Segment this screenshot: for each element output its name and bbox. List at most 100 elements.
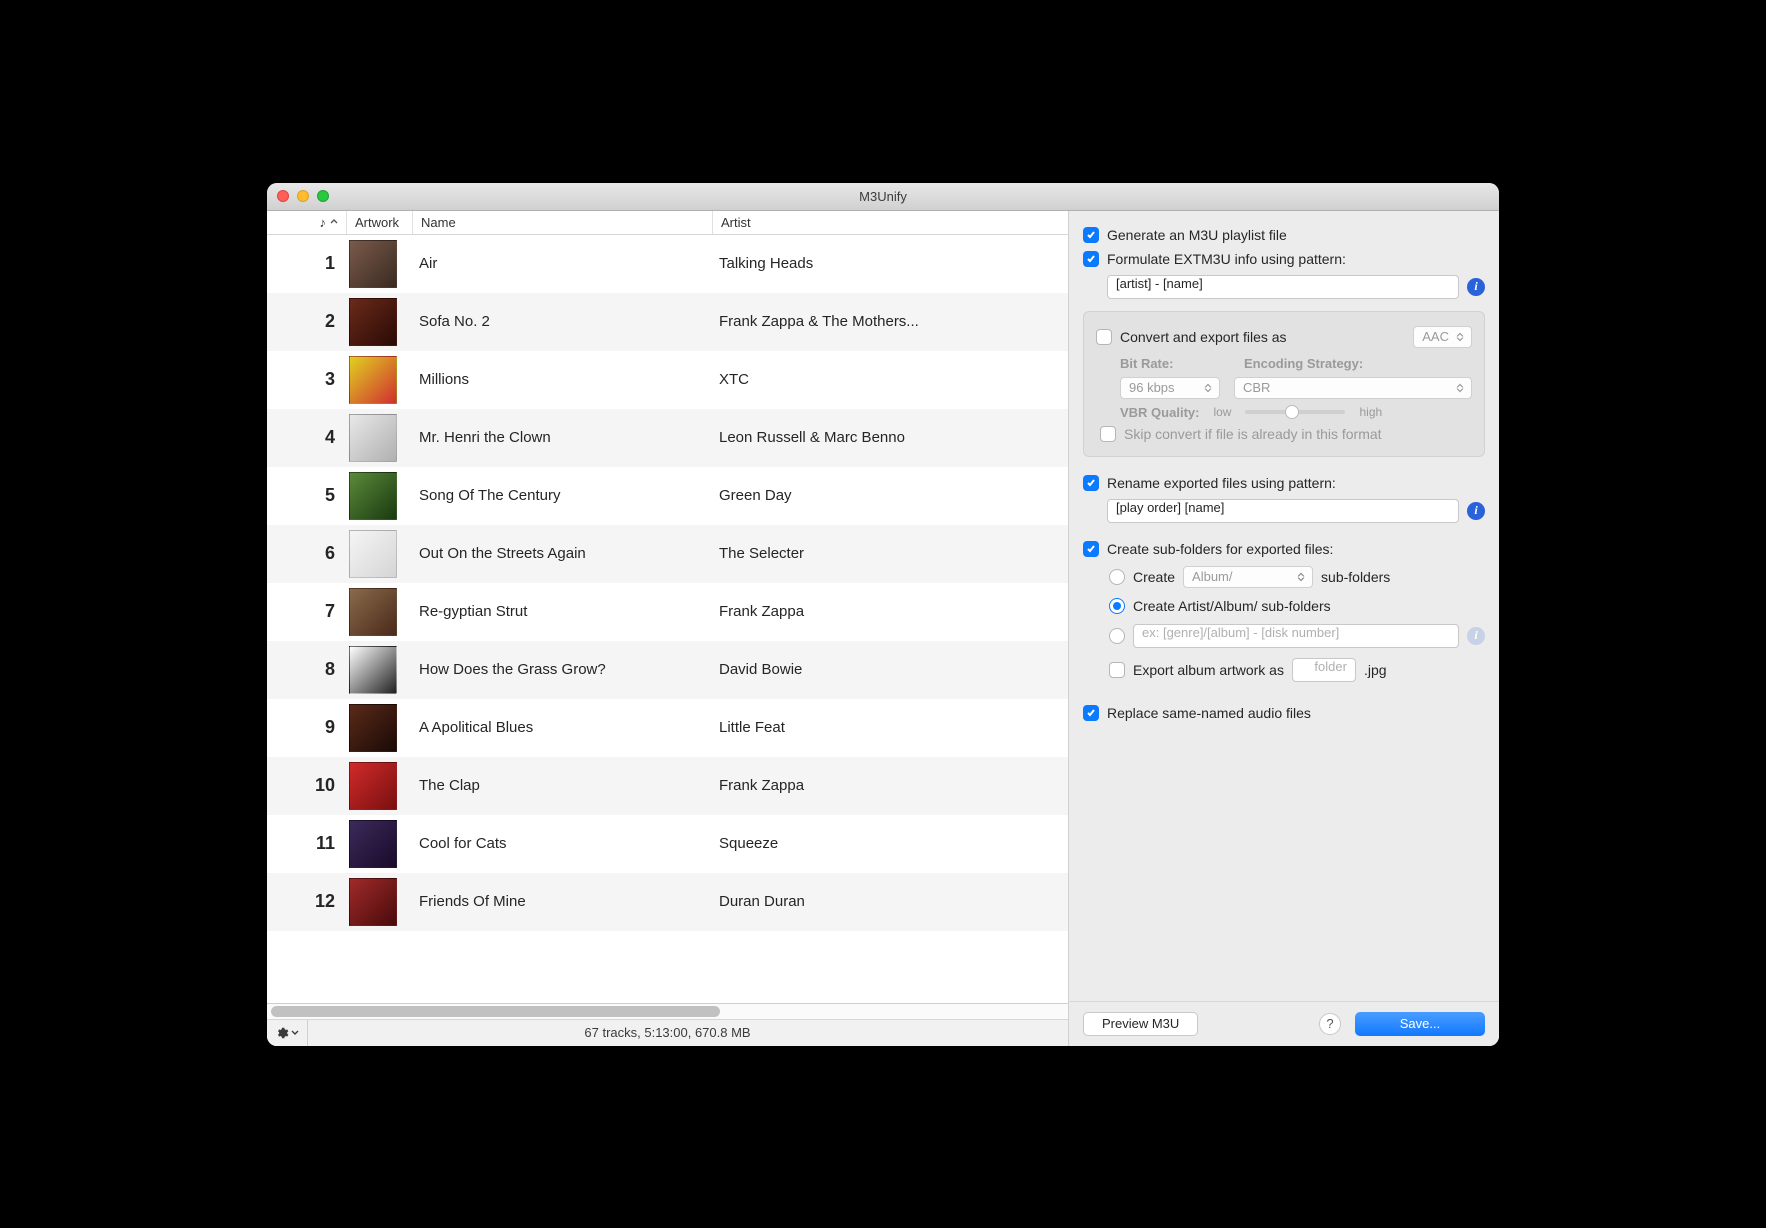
rename-checkbox[interactable] (1083, 475, 1099, 491)
track-name: Mr. Henri the Clown (413, 429, 713, 446)
track-number: 3 (267, 369, 347, 390)
table-row[interactable]: 7Re-gyptian StrutFrank Zappa (267, 583, 1068, 641)
status-text: 67 tracks, 5:13:00, 670.8 MB (267, 1025, 1068, 1040)
table-row[interactable]: 5Song Of The CenturyGreen Day (267, 467, 1068, 525)
bitrate-encoding-controls: 96 kbps CBR (1120, 377, 1472, 399)
track-number: 11 (267, 833, 347, 854)
album-art-icon (349, 472, 397, 520)
bitrate-select[interactable]: 96 kbps (1120, 377, 1220, 399)
track-artist: Squeeze (713, 835, 1068, 852)
info-icon[interactable]: i (1467, 278, 1485, 296)
track-artwork-cell (347, 240, 413, 288)
track-artwork-cell (347, 588, 413, 636)
col-playorder[interactable]: ♪ (267, 211, 347, 234)
export-artwork-checkbox[interactable] (1109, 662, 1125, 678)
replace-checkbox[interactable] (1083, 705, 1099, 721)
table-row[interactable]: 1AirTalking Heads (267, 235, 1068, 293)
skip-convert-option: Skip convert if file is already in this … (1100, 426, 1472, 442)
col-artwork[interactable]: Artwork (347, 211, 413, 234)
slider-knob[interactable] (1285, 405, 1299, 419)
col-artist[interactable]: Artist (713, 211, 1068, 234)
left-footer: 67 tracks, 5:13:00, 670.8 MB (267, 1003, 1068, 1046)
window-title: M3Unify (267, 189, 1499, 204)
album-art-icon (349, 878, 397, 926)
track-number: 6 (267, 543, 347, 564)
rename-pattern-input[interactable]: [play order] [name] (1107, 499, 1459, 523)
track-number: 10 (267, 775, 347, 796)
track-artist: XTC (713, 371, 1068, 388)
subfolder-custom-radio[interactable] (1109, 628, 1125, 644)
track-artist: David Bowie (713, 661, 1068, 678)
rename-option: Rename exported files using pattern: (1083, 475, 1485, 491)
table-row[interactable]: 11Cool for CatsSqueeze (267, 815, 1068, 873)
minimize-window-button[interactable] (297, 190, 309, 202)
track-artwork-cell (347, 414, 413, 462)
table-row[interactable]: 6Out On the Streets AgainThe Selecter (267, 525, 1068, 583)
info-icon[interactable]: i (1467, 502, 1485, 520)
track-artist: Little Feat (713, 719, 1068, 736)
scrollbar-thumb[interactable] (271, 1006, 720, 1017)
track-artist: Frank Zappa (713, 777, 1068, 794)
replace-option: Replace same-named audio files (1083, 705, 1485, 721)
track-number: 9 (267, 717, 347, 738)
subfolder-option-artist-album: Create Artist/Album/ sub-folders (1109, 598, 1485, 614)
chevron-down-icon (291, 1029, 299, 1037)
track-artist: Leon Russell & Marc Benno (713, 429, 1068, 446)
preview-m3u-button[interactable]: Preview M3U (1083, 1012, 1198, 1036)
album-art-icon (349, 588, 397, 636)
track-number: 5 (267, 485, 347, 506)
track-name: Re-gyptian Strut (413, 603, 713, 620)
export-artwork-name-input[interactable]: folder (1292, 658, 1356, 682)
convert-option: Convert and export files as AAC (1096, 326, 1472, 348)
subfolder-custom-input[interactable]: ex: [genre]/[album] - [disk number] (1133, 624, 1459, 648)
horizontal-scrollbar[interactable] (267, 1004, 1068, 1020)
album-art-icon (349, 820, 397, 868)
help-button[interactable]: ? (1319, 1013, 1341, 1035)
settings-menu-button[interactable] (267, 1020, 308, 1046)
rename-pattern-row: [play order] [name] i (1107, 499, 1485, 523)
table-row[interactable]: 12Friends Of MineDuran Duran (267, 873, 1068, 931)
skip-convert-checkbox[interactable] (1100, 426, 1116, 442)
subfolder-create-radio[interactable] (1109, 569, 1125, 585)
track-name: Millions (413, 371, 713, 388)
table-row[interactable]: 9 A Apolitical BluesLittle Feat (267, 699, 1068, 757)
extm3u-pattern-input[interactable]: [artist] - [name] (1107, 275, 1459, 299)
generate-m3u-checkbox[interactable] (1083, 227, 1099, 243)
titlebar[interactable]: M3Unify (267, 183, 1499, 211)
convert-checkbox[interactable] (1096, 329, 1112, 345)
vbr-quality-slider[interactable] (1245, 410, 1345, 414)
track-name: A Apolitical Blues (413, 719, 713, 736)
track-artwork-cell (347, 878, 413, 926)
table-row[interactable]: 3 MillionsXTC (267, 351, 1068, 409)
extm3u-pattern-row: [artist] - [name] i (1107, 275, 1485, 299)
track-list[interactable]: 1AirTalking Heads2Sofa No. 2Frank Zappa … (267, 235, 1068, 1003)
info-icon[interactable]: i (1467, 627, 1485, 645)
extm3u-checkbox[interactable] (1083, 251, 1099, 267)
track-artwork-cell (347, 472, 413, 520)
table-row[interactable]: 10The ClapFrank Zappa (267, 757, 1068, 815)
subfolders-checkbox[interactable] (1083, 541, 1099, 557)
table-row[interactable]: 2Sofa No. 2Frank Zappa & The Mothers... (267, 293, 1068, 351)
track-artwork-cell (347, 820, 413, 868)
track-artist: Frank Zappa & The Mothers... (713, 313, 1068, 330)
status-bar: 67 tracks, 5:13:00, 670.8 MB (267, 1020, 1068, 1046)
table-row[interactable]: 8How Does the Grass Grow?David Bowie (267, 641, 1068, 699)
album-art-icon (349, 646, 397, 694)
track-artwork-cell (347, 762, 413, 810)
zoom-window-button[interactable] (317, 190, 329, 202)
subfolder-create-select[interactable]: Album/ (1183, 566, 1313, 588)
track-name: How Does the Grass Grow? (413, 661, 713, 678)
table-row[interactable]: 4Mr. Henri the ClownLeon Russell & Marc … (267, 409, 1068, 467)
album-art-icon (349, 240, 397, 288)
convert-format-select[interactable]: AAC (1413, 326, 1472, 348)
save-button[interactable]: Save... (1355, 1012, 1485, 1036)
track-number: 7 (267, 601, 347, 622)
close-window-button[interactable] (277, 190, 289, 202)
track-artist: Duran Duran (713, 893, 1068, 910)
encoding-select[interactable]: CBR (1234, 377, 1472, 399)
col-name[interactable]: Name (413, 211, 713, 234)
album-art-icon (349, 762, 397, 810)
track-artwork-cell (347, 704, 413, 752)
track-artwork-cell (347, 530, 413, 578)
subfolder-artist-album-radio[interactable] (1109, 598, 1125, 614)
